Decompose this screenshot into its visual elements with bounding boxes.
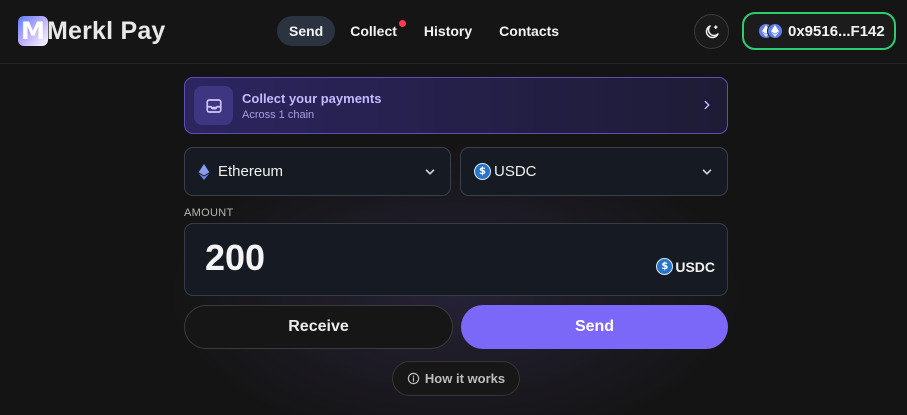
wallet-address: 0x9516...F142	[788, 22, 885, 40]
wallet-chain-icons	[758, 23, 783, 39]
wallet-button[interactable]: 0x9516...F142	[742, 12, 896, 50]
chain-select[interactable]: Ethereum	[184, 147, 451, 196]
notification-dot	[398, 20, 406, 27]
moon-icon	[705, 24, 719, 38]
nav-tab-history[interactable]: History	[412, 16, 484, 46]
main-nav: Send Collect History Contacts	[277, 16, 574, 46]
send-button[interactable]: Send	[461, 305, 728, 349]
inbox-icon	[194, 86, 233, 125]
token-select-value: USDC	[494, 163, 537, 180]
collect-payments-banner[interactable]: Collect your payments Across 1 chain	[184, 77, 728, 134]
nav-tab-send[interactable]: Send	[277, 16, 336, 46]
ethereum-icon	[767, 23, 783, 39]
token-select[interactable]: $ USDC	[460, 147, 728, 196]
chevron-down-icon	[702, 169, 712, 175]
chevron-right-icon	[704, 100, 710, 110]
nav-tab-label: Collect	[350, 23, 397, 39]
ethereum-icon	[198, 163, 210, 180]
banner-title: Collect your payments	[242, 90, 382, 106]
app-name: Merkl Pay	[47, 16, 166, 45]
top-bar: M Merkl Pay Send Collect History Contact…	[0, 0, 907, 64]
chevron-down-icon	[425, 169, 435, 175]
nav-tab-label: History	[423, 23, 473, 39]
usdc-icon: $	[656, 258, 674, 275]
amount-token-label: USDC	[675, 258, 715, 275]
nav-tab-collect[interactable]: Collect	[338, 16, 409, 46]
info-icon	[407, 372, 420, 385]
amount-label: AMOUNT	[184, 207, 234, 219]
amount-value[interactable]: 200	[205, 237, 265, 279]
how-it-works-button[interactable]: How it works	[392, 361, 520, 396]
app-logo[interactable]: M Merkl Pay	[18, 16, 166, 46]
amount-input[interactable]: 200 $ USDC	[184, 223, 728, 296]
send-button-label: Send	[574, 318, 615, 335]
nav-tab-contacts[interactable]: Contacts	[487, 16, 571, 46]
usdc-icon: $	[474, 163, 491, 180]
nav-tab-label: Contacts	[499, 23, 560, 39]
how-it-works-label: How it works	[424, 371, 506, 386]
logo-mark-icon: M	[18, 16, 48, 46]
receive-button-label: Receive	[288, 318, 349, 335]
receive-button[interactable]: Receive	[184, 305, 453, 349]
theme-toggle-button[interactable]	[694, 14, 729, 49]
chain-select-value: Ethereum	[218, 163, 284, 180]
nav-tab-label: Send	[289, 23, 324, 39]
amount-token: $ USDC	[656, 258, 715, 275]
banner-subtitle: Across 1 chain	[242, 108, 315, 121]
